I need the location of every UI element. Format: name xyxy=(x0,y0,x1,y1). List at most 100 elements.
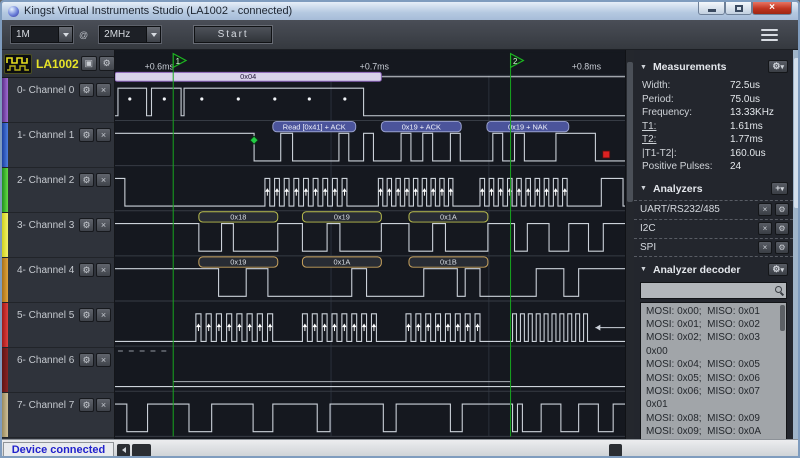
dropdown-button[interactable] xyxy=(58,27,72,42)
maximize-button[interactable] xyxy=(725,2,752,15)
analyzer-settings-button[interactable]: ⚙ xyxy=(775,203,789,216)
collapse-triangle-icon[interactable]: ▼ xyxy=(640,64,647,71)
measurement-value: 72.5us xyxy=(730,79,760,93)
measurement-value: 160.0us xyxy=(730,147,766,161)
channel-row-5[interactable]: 5- Channel 5⚙× xyxy=(2,303,114,348)
sample-count-select[interactable]: 1M xyxy=(11,26,73,43)
decoder-row[interactable]: MOSI: 0x00; MISO: 0x01 xyxy=(641,305,786,318)
search-icon xyxy=(775,286,782,293)
panel-scrollbar[interactable] xyxy=(793,50,800,439)
start-button[interactable]: Start xyxy=(194,26,272,43)
analyzer-remove-button[interactable]: × xyxy=(758,203,772,216)
analyzer-row[interactable]: SPI×⚙ xyxy=(634,238,793,257)
time-label: +0.8ms xyxy=(572,61,602,71)
sample-dot xyxy=(237,97,240,100)
hscroll-thumb[interactable] xyxy=(132,444,151,457)
channel-close-button[interactable]: × xyxy=(96,263,111,277)
analyzer-name: SPI xyxy=(640,242,755,253)
channel-close-button[interactable]: × xyxy=(96,398,111,412)
scrollbar-thumb[interactable] xyxy=(780,305,785,331)
title-bar[interactable]: Kingst Virtual Instruments Studio (LA100… xyxy=(2,2,798,20)
close-button[interactable]: × xyxy=(752,2,792,15)
decoder-row[interactable]: MOSI: 0x04; MISO: 0x05 xyxy=(641,358,786,371)
sample-rate-select[interactable]: 2MHz xyxy=(99,26,161,43)
analyzer-settings-button[interactable]: ⚙ xyxy=(775,222,789,235)
sample-dot xyxy=(200,97,203,100)
collapse-triangle-icon[interactable]: ▼ xyxy=(640,266,647,273)
sample-dot xyxy=(273,97,276,100)
decode-annotation-label: 0x1A xyxy=(440,213,457,222)
device-settings-button[interactable]: ⚙ xyxy=(99,56,115,71)
decoder-settings-button[interactable]: ⚙▾ xyxy=(768,263,788,276)
measurements-settings-button[interactable]: ⚙▾ xyxy=(768,60,788,73)
channel-settings-button[interactable]: ⚙ xyxy=(79,83,94,97)
decoder-row[interactable]: MOSI: 0x06; MISO: 0x07 xyxy=(641,385,786,398)
channel-row-1[interactable]: 1- Channel 1⚙× xyxy=(2,123,114,168)
channel-settings-button[interactable]: ⚙ xyxy=(79,173,94,187)
hscroll-left-button[interactable] xyxy=(117,444,130,457)
analyzer-row[interactable]: I2C×⚙ xyxy=(634,219,793,238)
waveform-vertical-scrollbar[interactable] xyxy=(625,50,634,439)
waveform-area[interactable]: 0x04Read [0x41] + ACK0x19 + ACK0x19 + NA… xyxy=(115,50,625,439)
measurement-row: T1:1.61ms xyxy=(642,120,785,134)
collapse-triangle-icon[interactable]: ▼ xyxy=(640,185,647,192)
channel-row-3[interactable]: 3- Channel 3⚙× xyxy=(2,213,114,258)
channel-settings-button[interactable]: ⚙ xyxy=(79,218,94,232)
decoder-row[interactable]: MOSI: 0x05; MISO: 0x06 xyxy=(641,372,786,385)
waveform-canvas[interactable]: 0x04Read [0x41] + ACK0x19 + ACK0x19 + NA… xyxy=(115,50,625,439)
channel-settings-button[interactable]: ⚙ xyxy=(79,263,94,277)
decode-annotation-label: 0x18 xyxy=(230,213,246,222)
channel-close-button[interactable]: × xyxy=(96,308,111,322)
channel-close-button[interactable]: × xyxy=(96,218,111,232)
channel-row-0[interactable]: 0- Channel 0⚙× xyxy=(2,78,114,123)
decoder-row[interactable]: MOSI: 0x01; MISO: 0x02 xyxy=(641,318,786,331)
measurements-header[interactable]: ▼ Measurements ⚙▾ xyxy=(634,58,793,76)
channel-settings-button[interactable]: ⚙ xyxy=(79,398,94,412)
menu-icon[interactable] xyxy=(761,29,778,44)
sample-rate-value: 2MHz xyxy=(100,29,146,40)
decoder-row[interactable]: MOSI: 0x09; MISO: 0x0A xyxy=(641,425,786,438)
measurement-row: T2:1.77ms xyxy=(642,133,785,147)
dropdown-button[interactable] xyxy=(146,27,160,42)
decode-annotation-label: Read [0x41] + ACK xyxy=(283,122,346,131)
measurement-label: |T1-T2|: xyxy=(642,147,730,161)
channel-row-2[interactable]: 2- Channel 2⚙× xyxy=(2,168,114,213)
analyzer-settings-button[interactable]: ⚙ xyxy=(775,241,789,254)
decoder-title: Analyzer decoder xyxy=(653,264,741,276)
channel-close-button[interactable]: × xyxy=(96,128,111,142)
channel-row-6[interactable]: 6- Channel 6⚙× xyxy=(2,348,114,393)
channel-row-4[interactable]: 4- Channel 4⚙× xyxy=(2,258,114,303)
analyzer-row[interactable]: UART/RS232/485×⚙ xyxy=(634,200,793,219)
decoder-search-input[interactable] xyxy=(640,282,787,299)
channel-settings-button[interactable]: ⚙ xyxy=(79,128,94,142)
close-icon: × xyxy=(769,3,775,13)
channel-settings-button[interactable]: ⚙ xyxy=(79,353,94,367)
scrollbar-thumb[interactable] xyxy=(794,58,800,208)
add-analyzer-button[interactable]: +▾ xyxy=(771,182,788,195)
decoder-header[interactable]: ▼ Analyzer decoder ⚙▾ xyxy=(634,261,793,279)
analyzer-remove-button[interactable]: × xyxy=(758,241,772,254)
channel-settings-button[interactable]: ⚙ xyxy=(79,308,94,322)
minimize-button[interactable] xyxy=(698,2,725,15)
decoder-row[interactable]: MOSI: 0x08; MISO: 0x09 xyxy=(641,412,786,425)
channel-close-button[interactable]: × xyxy=(96,353,111,367)
decoder-row[interactable]: 0x00 xyxy=(641,345,786,358)
measurement-row: Positive Pulses:24 xyxy=(642,160,785,174)
analyzer-remove-button[interactable]: × xyxy=(758,222,772,235)
device-name: LA1002 xyxy=(36,57,79,71)
channel-close-button[interactable]: × xyxy=(96,173,111,187)
scrollbar-thumb[interactable] xyxy=(627,62,633,202)
chevron-down-icon xyxy=(63,33,69,37)
channel-close-button[interactable]: × xyxy=(96,83,111,97)
measurement-row: Period:75.0us xyxy=(642,93,785,107)
hscroll-right-button[interactable] xyxy=(609,444,622,457)
device-display-button[interactable]: ▣ xyxy=(81,56,97,71)
decoder-list[interactable]: MOSI: 0x00; MISO: 0x01MOSI: 0x01; MISO: … xyxy=(640,302,787,440)
hscroll-track[interactable] xyxy=(151,443,798,458)
channel-row-7[interactable]: 7- Channel 7⚙× xyxy=(2,393,114,438)
decoder-row[interactable]: 0x01 xyxy=(641,398,786,411)
measurement-value: 24 xyxy=(730,160,741,174)
analyzers-header[interactable]: ▼ Analyzers +▾ xyxy=(634,180,793,198)
decoder-row[interactable]: MOSI: 0x02; MISO: 0x03 xyxy=(641,331,786,344)
decode-annotation-label: 0x19 + NAK xyxy=(508,122,548,131)
